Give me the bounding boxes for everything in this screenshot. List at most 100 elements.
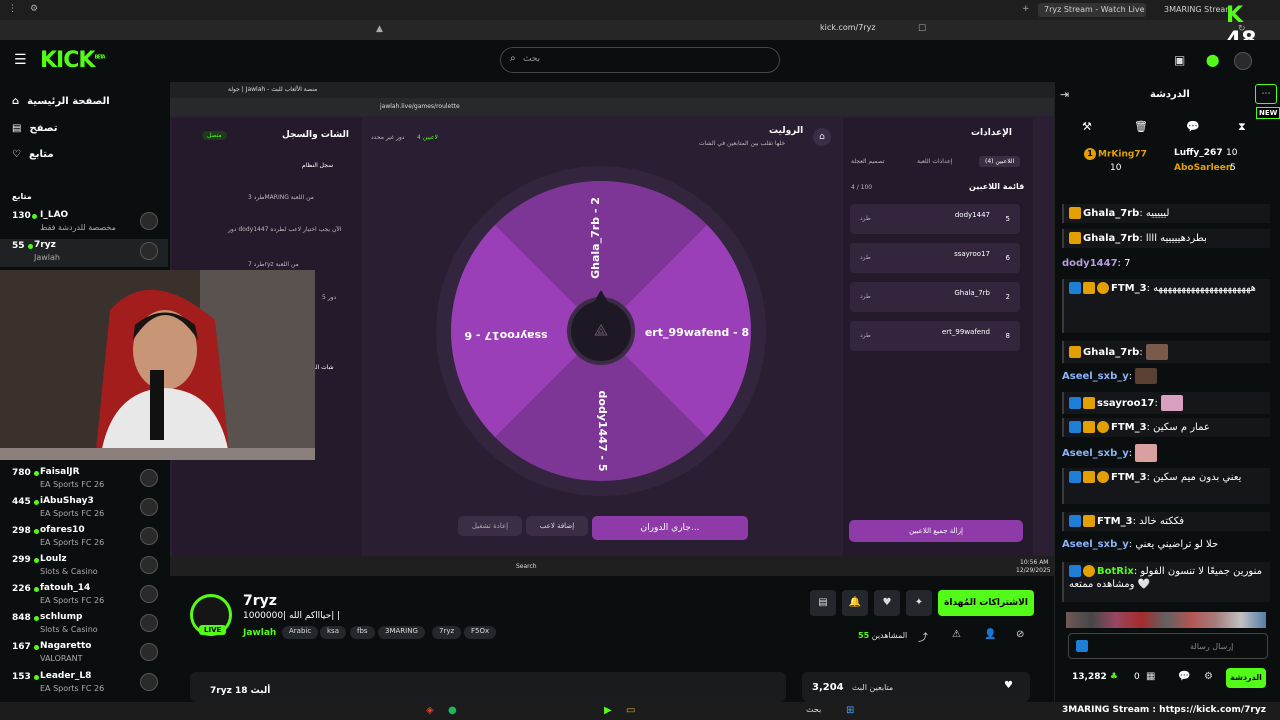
chat-message: dody1447: 7	[1062, 258, 1131, 269]
stream-link-text: 3MARING Stream : https://kick.com/7ryz	[1062, 705, 1266, 715]
hourglass-icon[interactable]: ⧗	[1238, 120, 1246, 134]
heart-icon[interactable]: ♥	[1004, 680, 1013, 691]
taskbar-search[interactable]: بحث	[806, 705, 821, 714]
kick-app-icon[interactable]: ▶	[604, 705, 612, 716]
nav-browse[interactable]: ▤ تصفح	[12, 123, 57, 134]
chat-settings-bubble-icon[interactable]: 💬	[1178, 671, 1190, 682]
gift-subs-button[interactable]: الاشتراكات المُهداة	[938, 590, 1034, 616]
chat-username[interactable]: BotRix	[1097, 566, 1134, 577]
settings-icon[interactable]: ⚙	[30, 4, 38, 14]
nav-home[interactable]: ⌂ الصفحة الرئيسية	[12, 96, 110, 107]
chat-username[interactable]: Ghala_7rb	[1083, 233, 1139, 244]
tag-chip[interactable]: 3MARING	[378, 626, 425, 639]
report-icon[interactable]: ⚠	[952, 629, 961, 640]
chat-username[interactable]: Aseel_sxb_y	[1062, 448, 1129, 459]
chat-username[interactable]: FTM_3	[1111, 422, 1147, 433]
kick-player-button[interactable]: طرد	[860, 215, 871, 222]
kick-player-button[interactable]: طرد	[860, 293, 871, 300]
chat-username[interactable]: ssayroo17	[1097, 398, 1154, 409]
browser-tab[interactable]: 3MARING Stream - Wat	[1158, 3, 1228, 17]
chat-username[interactable]: Ghala_7rb	[1083, 347, 1139, 358]
settings-gear-icon[interactable]: ⚙	[1204, 671, 1213, 682]
chat-username[interactable]: FTM_3	[1111, 283, 1147, 294]
badge-picker-icon[interactable]	[1076, 640, 1088, 652]
bookmark-icon[interactable]: ☐	[918, 24, 926, 34]
tab-game-settings[interactable]: إعدادات اللعبة	[917, 158, 952, 165]
trash-icon[interactable]: 🗑	[1134, 120, 1148, 133]
channel-name[interactable]: 7ryz	[243, 593, 277, 609]
home-icon[interactable]: ⌂	[813, 128, 831, 146]
windows-start-icon[interactable]: ⊞	[846, 705, 854, 716]
browser-tab-active[interactable]: 7ryz Stream - Watch Live on Kick	[1038, 3, 1146, 17]
more-options-icon[interactable]: ⋯	[1255, 84, 1277, 104]
kick-player-button[interactable]: طرد	[860, 254, 871, 261]
taskbar-date: 12/29/2025	[1016, 567, 1051, 574]
follow-heart-icon[interactable]: ♥	[874, 590, 900, 616]
hamburger-menu-icon[interactable]: ☰	[14, 52, 27, 68]
chat-username[interactable]: Aseel_sxb_y	[1062, 539, 1129, 550]
spotify-icon[interactable]: ●	[448, 705, 457, 716]
brave-icon[interactable]: ◈	[426, 705, 434, 716]
notifications-icon[interactable]: 🔔	[842, 590, 868, 616]
user-avatar[interactable]	[1234, 52, 1252, 70]
stream-category[interactable]: Jawlah	[243, 628, 276, 638]
following-row[interactable]: 298 ofares10 EA Sports FC 26	[0, 524, 168, 552]
folder-icon[interactable]: ▭	[626, 705, 635, 716]
clip-icon[interactable]: ▤	[810, 590, 836, 616]
chat-username[interactable]: Aseel_sxb_y	[1062, 371, 1129, 382]
zero-counter: 0	[1134, 672, 1140, 682]
tag-chip[interactable]: F5Ox	[464, 626, 497, 639]
roulette-wheel[interactable]: ⟁ Ghala_7rb - 2 ert_99wafend - 8 dody144…	[436, 166, 766, 496]
chat-username[interactable]: FTM_3	[1097, 516, 1133, 527]
kick-logo[interactable]: KICKBETA	[40, 48, 106, 73]
gift-icon[interactable]: ▣	[1174, 53, 1185, 67]
hammer-icon[interactable]: ⚒	[1082, 120, 1092, 133]
chat-input-placeholder: إرسال رسالة	[1190, 642, 1234, 651]
menu-icon[interactable]: ⋮	[8, 4, 17, 14]
sparkle-icon[interactable]: ✦	[906, 590, 932, 616]
chat-message: Ghala_7rb: ليييييه	[1062, 204, 1270, 223]
spin-button[interactable]: جاري الدوران...	[592, 516, 748, 540]
gift-icon[interactable]: ▦	[1146, 671, 1155, 682]
chat-send-button[interactable]: الدردشة	[1226, 668, 1266, 688]
address-url[interactable]: kick.com/7ryz	[820, 23, 876, 32]
following-row-active[interactable]: 55 7ryz Jawlah	[0, 239, 168, 267]
chat-bubble-icon[interactable]: 💬	[1186, 120, 1200, 133]
tag-chip[interactable]: Arabic	[282, 626, 319, 639]
tag-chip[interactable]: fbs	[350, 626, 375, 639]
tab-wheel-design[interactable]: تصميم العجلة	[851, 158, 885, 165]
following-row[interactable]: 226 fatouh_14 EA Sports FC 26	[0, 582, 168, 610]
extension-icon[interactable]: ▲	[376, 24, 383, 34]
new-tab-icon[interactable]: +	[1022, 4, 1030, 14]
following-row[interactable]: 445 iAbuShay3 EA Sports FC 26	[0, 495, 168, 523]
following-row[interactable]: 299 Loulz Slots & Casino	[0, 553, 168, 581]
tag-chip[interactable]: ksa	[320, 626, 346, 639]
following-row[interactable]: 780 FaisalJR EA Sports FC 26	[0, 466, 168, 494]
emote-bar[interactable]	[1066, 612, 1266, 628]
chat-username[interactable]: Ghala_7rb	[1083, 208, 1139, 219]
mute-icon[interactable]: ⊘	[1016, 629, 1024, 640]
chat-message-input[interactable]	[1068, 633, 1268, 659]
channel-points[interactable]: 13,282 ♣	[1072, 672, 1118, 682]
nav-following-label: متابع	[28, 149, 54, 160]
following-row[interactable]: 153 Leader_L8 EA Sports FC 26	[0, 670, 168, 698]
share-icon[interactable]: ⤴	[918, 629, 928, 644]
chat-username[interactable]: dody1447	[1062, 258, 1118, 269]
kick-player-button[interactable]: طرد	[860, 332, 871, 339]
remove-all-players-button[interactable]: إزالة جميع اللاعبين	[849, 520, 1023, 542]
collapse-chat-icon[interactable]: ⇥	[1060, 88, 1069, 101]
webcam-overlay	[0, 270, 315, 460]
user-icon[interactable]: 👤	[984, 629, 996, 640]
chat-username[interactable]: FTM_3	[1111, 472, 1147, 483]
search-input[interactable]	[500, 47, 780, 73]
nav-following[interactable]: ♡ متابع	[12, 149, 54, 160]
following-row[interactable]: 167 Nagaretto VALORANT	[0, 640, 168, 668]
channel-avatar	[140, 673, 158, 691]
kick-points-icon[interactable]: ⬤	[1206, 53, 1219, 67]
following-row[interactable]: 130 I_LAO مخصصة للدردشة فقط	[0, 209, 168, 237]
restart-button[interactable]: إعادة تشغيل	[458, 516, 522, 536]
add-player-button[interactable]: إضافة لاعب	[526, 516, 588, 536]
following-row[interactable]: 848 schlump Slots & Casino	[0, 611, 168, 639]
tag-chip[interactable]: 7ryz	[432, 626, 462, 639]
tab-players[interactable]: اللاعبين (4)	[979, 156, 1021, 167]
